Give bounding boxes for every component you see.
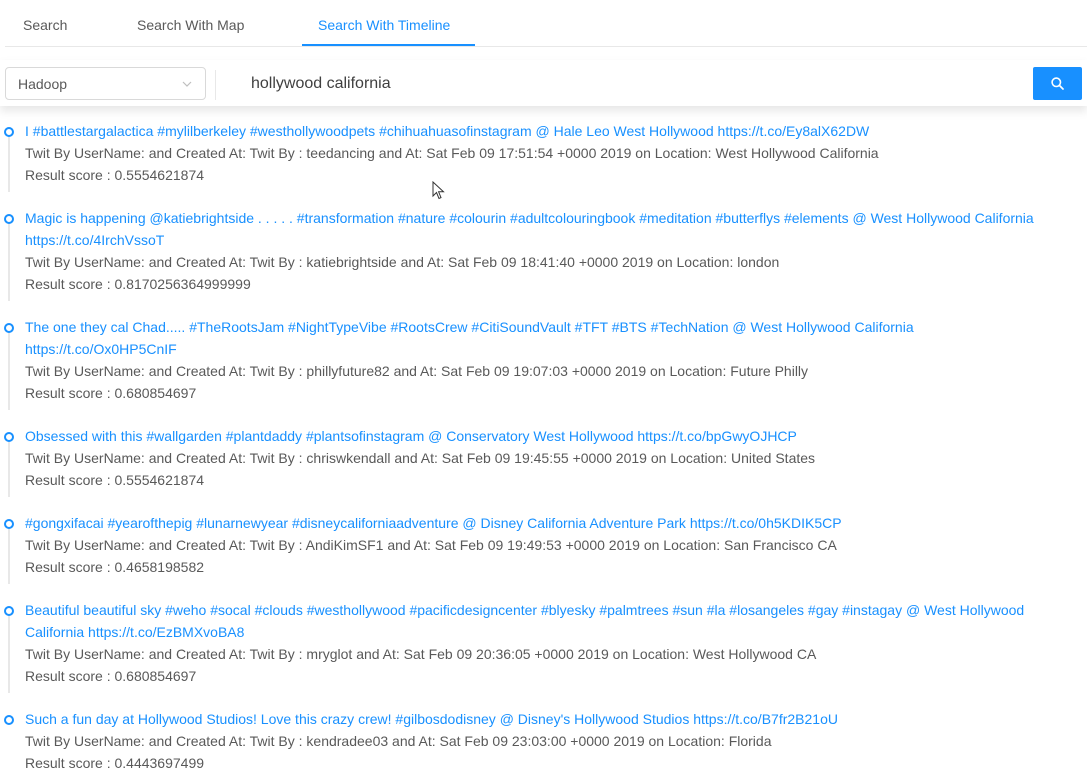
engine-select-value: Hadoop bbox=[18, 76, 68, 92]
mouse-cursor-icon bbox=[432, 181, 445, 200]
timeline-dot-icon bbox=[4, 323, 14, 333]
timeline-item: Magic is happening @katiebrightside . . … bbox=[0, 207, 1087, 301]
timeline-dot-icon bbox=[4, 606, 14, 616]
tab-search[interactable]: Search bbox=[23, 0, 67, 47]
tweet-link[interactable]: Obsessed with this #wallgarden #plantdad… bbox=[25, 425, 1037, 447]
timeline-item: Obsessed with this #wallgarden #plantdad… bbox=[0, 425, 1087, 497]
tab-search-with-map[interactable]: Search With Map bbox=[137, 0, 244, 47]
tab-search-with-timeline[interactable]: Search With Timeline bbox=[318, 0, 450, 47]
timeline-dot-icon bbox=[4, 214, 14, 224]
result-score: Result score : 0.4658198582 bbox=[25, 559, 205, 575]
timeline-item: Such a fun day at Hollywood Studios! Lov… bbox=[0, 708, 1087, 774]
timeline-dot-icon bbox=[4, 127, 14, 137]
result-score: Result score : 0.4443697499 bbox=[25, 755, 205, 771]
chevron-down-icon bbox=[182, 81, 192, 87]
search-icon bbox=[1051, 77, 1064, 90]
tweet-meta: Twit By UserName: and Created At: Twit B… bbox=[25, 145, 879, 161]
timeline-dot-icon bbox=[4, 715, 14, 725]
search-divider bbox=[215, 70, 216, 100]
timeline-line bbox=[8, 134, 10, 192]
results-timeline: I #battlestargalactica #mylilberkeley #w… bbox=[0, 120, 1087, 774]
search-input[interactable] bbox=[222, 68, 1022, 100]
tweet-meta: Twit By UserName: and Created At: Twit B… bbox=[25, 363, 809, 379]
search-bar: Hadoop bbox=[0, 60, 1087, 106]
result-score: Result score : 0.8170256364999999 bbox=[25, 276, 251, 292]
tweet-link[interactable]: I #battlestargalactica #mylilberkeley #w… bbox=[25, 120, 1037, 142]
timeline-line bbox=[8, 330, 10, 410]
timeline-dot-icon bbox=[4, 432, 14, 442]
tweet-link[interactable]: #gongxifacai #yearofthepig #lunarnewyear… bbox=[25, 512, 1037, 534]
tweet-meta: Twit By UserName: and Created At: Twit B… bbox=[25, 450, 816, 466]
result-score: Result score : 0.5554621874 bbox=[25, 472, 205, 488]
tweet-link[interactable]: The one they cal Chad..... #TheRootsJam … bbox=[25, 316, 1037, 360]
tweet-meta: Twit By UserName: and Created At: Twit B… bbox=[25, 646, 817, 662]
search-button[interactable] bbox=[1033, 67, 1082, 100]
result-score: Result score : 0.5554621874 bbox=[25, 167, 205, 183]
timeline-line bbox=[8, 526, 10, 584]
timeline-line bbox=[8, 439, 10, 497]
timeline-dot-icon bbox=[4, 519, 14, 529]
timeline-item: Beautiful beautiful sky #weho #socal #cl… bbox=[0, 599, 1087, 693]
tweet-meta: Twit By UserName: and Created At: Twit B… bbox=[25, 733, 772, 749]
tweet-link[interactable]: Beautiful beautiful sky #weho #socal #cl… bbox=[25, 599, 1037, 643]
tweet-meta: Twit By UserName: and Created At: Twit B… bbox=[25, 254, 780, 270]
active-tab-indicator bbox=[302, 44, 475, 46]
tab-bar: Search Search With Map Search With Timel… bbox=[5, 0, 1087, 47]
timeline-line bbox=[8, 221, 10, 301]
timeline-item: #gongxifacai #yearofthepig #lunarnewyear… bbox=[0, 512, 1087, 584]
tweet-link[interactable]: Magic is happening @katiebrightside . . … bbox=[25, 207, 1037, 251]
result-score: Result score : 0.680854697 bbox=[25, 668, 197, 684]
tweet-meta: Twit By UserName: and Created At: Twit B… bbox=[25, 537, 837, 553]
timeline-item: The one they cal Chad..... #TheRootsJam … bbox=[0, 316, 1087, 410]
timeline-line bbox=[8, 613, 10, 693]
result-score: Result score : 0.680854697 bbox=[25, 385, 197, 401]
engine-select[interactable]: Hadoop bbox=[5, 67, 206, 100]
timeline-item: I #battlestargalactica #mylilberkeley #w… bbox=[0, 120, 1087, 192]
tweet-link[interactable]: Such a fun day at Hollywood Studios! Lov… bbox=[25, 708, 1037, 730]
